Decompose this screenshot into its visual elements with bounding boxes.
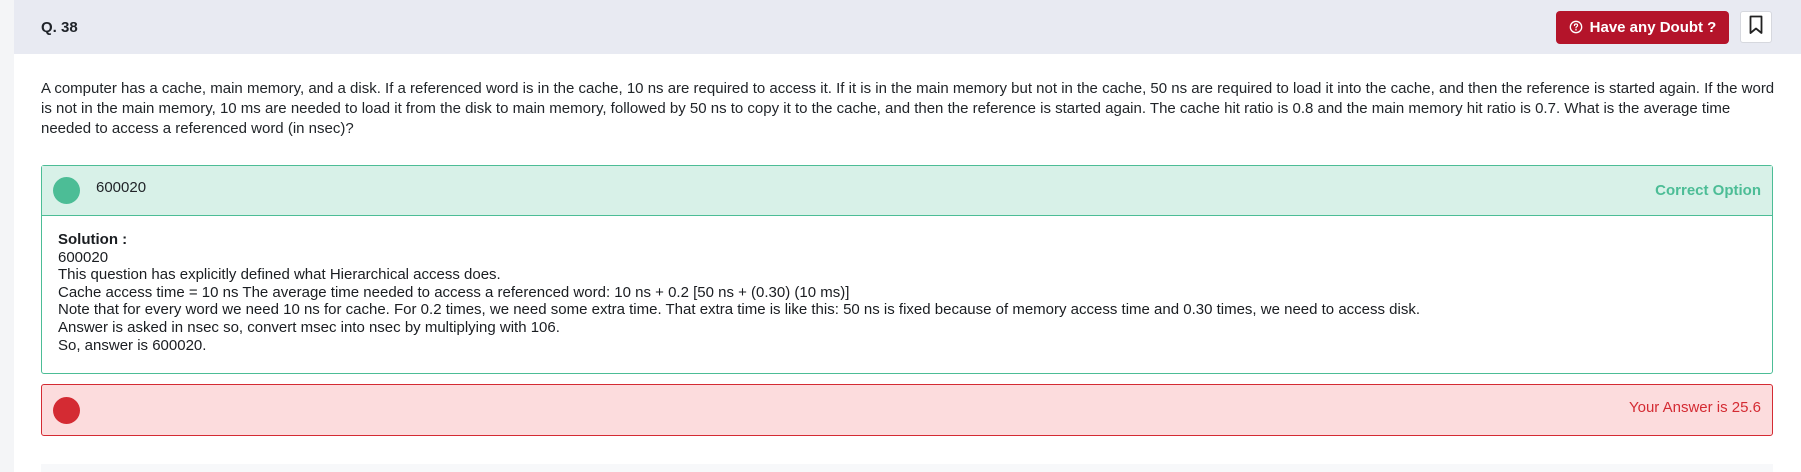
bookmark-button[interactable] bbox=[1740, 11, 1772, 43]
doubt-button-label: Have any Doubt ? bbox=[1589, 18, 1717, 36]
solution-line: 600020 bbox=[58, 248, 109, 266]
solution-line: So, answer is 600020. bbox=[58, 336, 207, 354]
question-bubble-icon bbox=[1569, 20, 1583, 34]
solution-title: Solution : bbox=[58, 231, 128, 248]
question-number: Q. 38 bbox=[41, 18, 78, 36]
question-page: Q. 38 Have any Doubt ? A computer has a … bbox=[14, 0, 1801, 472]
wrong-indicator-dot bbox=[53, 396, 80, 424]
have-any-doubt-button[interactable]: Have any Doubt ? bbox=[1556, 10, 1729, 44]
correct-option-header: 600020 Correct Option bbox=[42, 166, 1772, 216]
solution-block: Solution : 600020 This question has expl… bbox=[42, 216, 1772, 354]
header-actions: Have any Doubt ? bbox=[1556, 10, 1772, 44]
bookmark-icon bbox=[1749, 15, 1763, 40]
correct-option-card: 600020 Correct Option Solution : 600020 … bbox=[41, 165, 1773, 374]
correct-option-value: 600020 bbox=[96, 179, 147, 196]
correct-indicator-dot bbox=[53, 177, 80, 204]
solution-line: This question has explicitly defined wha… bbox=[58, 266, 501, 284]
user-answer-header: Your Answer is 25.6 bbox=[42, 385, 1772, 435]
correct-option-label: Correct Option bbox=[1655, 182, 1761, 199]
solution-line: Answer is asked in nsec so, convert msec… bbox=[58, 318, 560, 336]
solution-line: Cache access time = 10 ns The average ti… bbox=[58, 283, 850, 301]
user-answer-label: Your Answer is 25.6 bbox=[1628, 398, 1761, 416]
solution-line: Note that for every word we need 10 ns f… bbox=[58, 301, 1421, 319]
footer-divider bbox=[41, 464, 1773, 472]
question-text: A computer has a cache, main memory, and… bbox=[41, 80, 1775, 137]
user-answer-card: Your Answer is 25.6 bbox=[41, 384, 1773, 436]
question-header: Q. 38 Have any Doubt ? bbox=[14, 0, 1801, 54]
